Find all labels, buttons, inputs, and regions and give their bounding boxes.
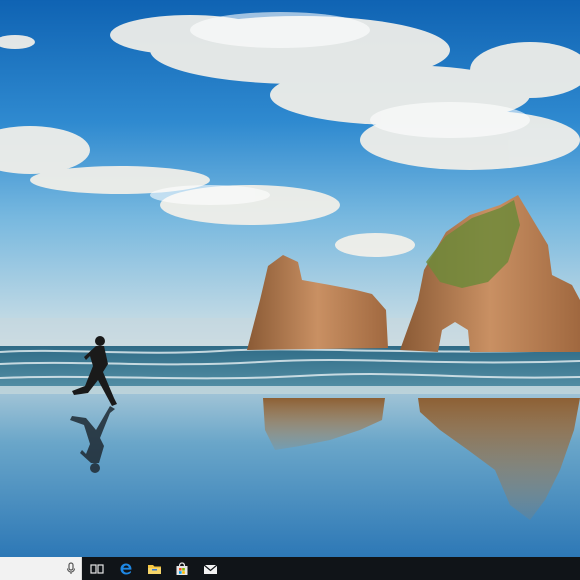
desktop-wallpaper bbox=[0, 0, 580, 557]
microphone-icon[interactable] bbox=[64, 561, 78, 576]
wallpaper-image bbox=[0, 0, 580, 557]
edge-icon bbox=[119, 562, 133, 576]
file-explorer-button[interactable] bbox=[140, 557, 168, 580]
taskbar-search-input[interactable] bbox=[0, 557, 66, 580]
mail-button[interactable] bbox=[196, 557, 224, 580]
folder-icon bbox=[147, 563, 162, 575]
task-view-button[interactable] bbox=[83, 557, 111, 580]
task-view-icon bbox=[90, 563, 104, 575]
edge-button[interactable] bbox=[112, 557, 140, 580]
mail-envelope-icon bbox=[203, 563, 218, 575]
taskbar bbox=[0, 557, 580, 580]
store-bag-icon bbox=[175, 561, 189, 576]
taskbar-search-box[interactable] bbox=[0, 557, 82, 580]
store-button[interactable] bbox=[168, 557, 196, 580]
